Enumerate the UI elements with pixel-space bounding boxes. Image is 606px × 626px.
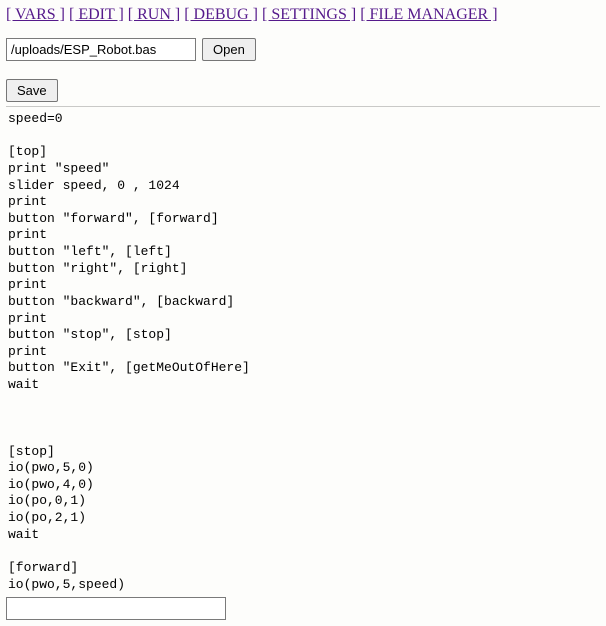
open-button[interactable]: Open: [202, 38, 256, 61]
nav-debug[interactable]: [ DEBUG ]: [184, 6, 258, 23]
save-button[interactable]: Save: [6, 79, 58, 102]
nav-filemanager[interactable]: [ FILE MANAGER ]: [360, 6, 497, 23]
nav-edit[interactable]: [ EDIT ]: [69, 6, 124, 23]
code-editor[interactable]: speed=0 [top] print "speed" slider speed…: [6, 107, 600, 595]
nav-vars[interactable]: [ VARS ]: [6, 6, 65, 23]
nav-settings[interactable]: [ SETTINGS ]: [262, 6, 356, 23]
nav-bar: [ VARS ] [ EDIT ] [ RUN ] [ DEBUG ] [ SE…: [6, 6, 600, 24]
save-row: Save: [6, 79, 600, 102]
file-path-input[interactable]: [6, 38, 196, 61]
file-row: Open: [6, 38, 600, 61]
bottom-input[interactable]: [6, 597, 226, 620]
nav-run[interactable]: [ RUN ]: [128, 6, 180, 23]
